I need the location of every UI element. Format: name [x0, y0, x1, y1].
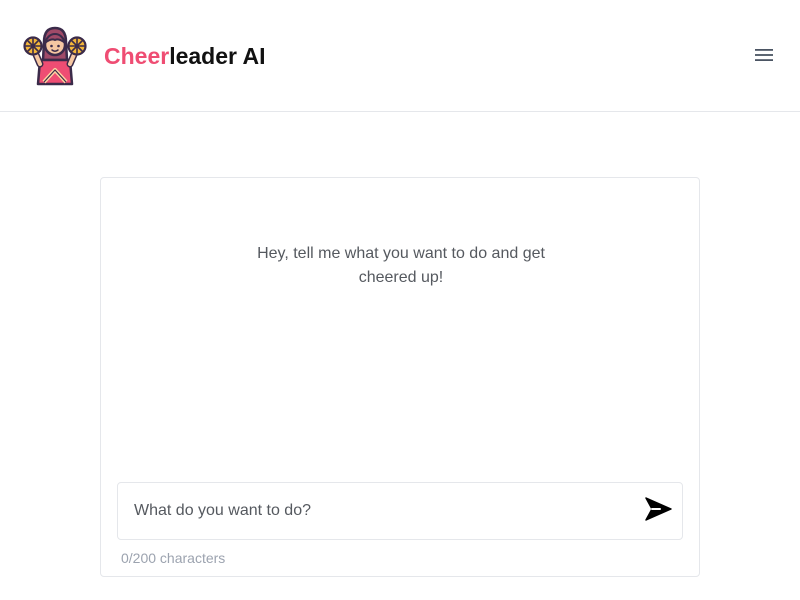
prompt-input[interactable]: [134, 483, 624, 539]
app-header: Cheerleader AI: [0, 0, 800, 112]
send-button[interactable]: [642, 496, 674, 526]
greeting-line: cheered up!: [358, 269, 444, 286]
prompt-box: [117, 482, 683, 540]
menu-button[interactable]: [750, 44, 778, 70]
hamburger-menu-icon: [754, 47, 774, 68]
app-title-rest: leader AI: [169, 43, 266, 69]
app-title: Cheerleader AI: [104, 43, 266, 70]
greeting-message: Hey, tell me what you want to do and get…: [251, 242, 551, 290]
chat-card: Hey, tell me what you want to do and get…: [100, 177, 700, 577]
greeting-line: Hey, tell me what you want to do and get: [257, 245, 545, 262]
cheerleader-icon: [22, 24, 88, 88]
character-counter: 0/200 characters: [121, 550, 226, 566]
app-title-accent: Cheer: [104, 43, 170, 69]
send-icon: [644, 496, 672, 527]
